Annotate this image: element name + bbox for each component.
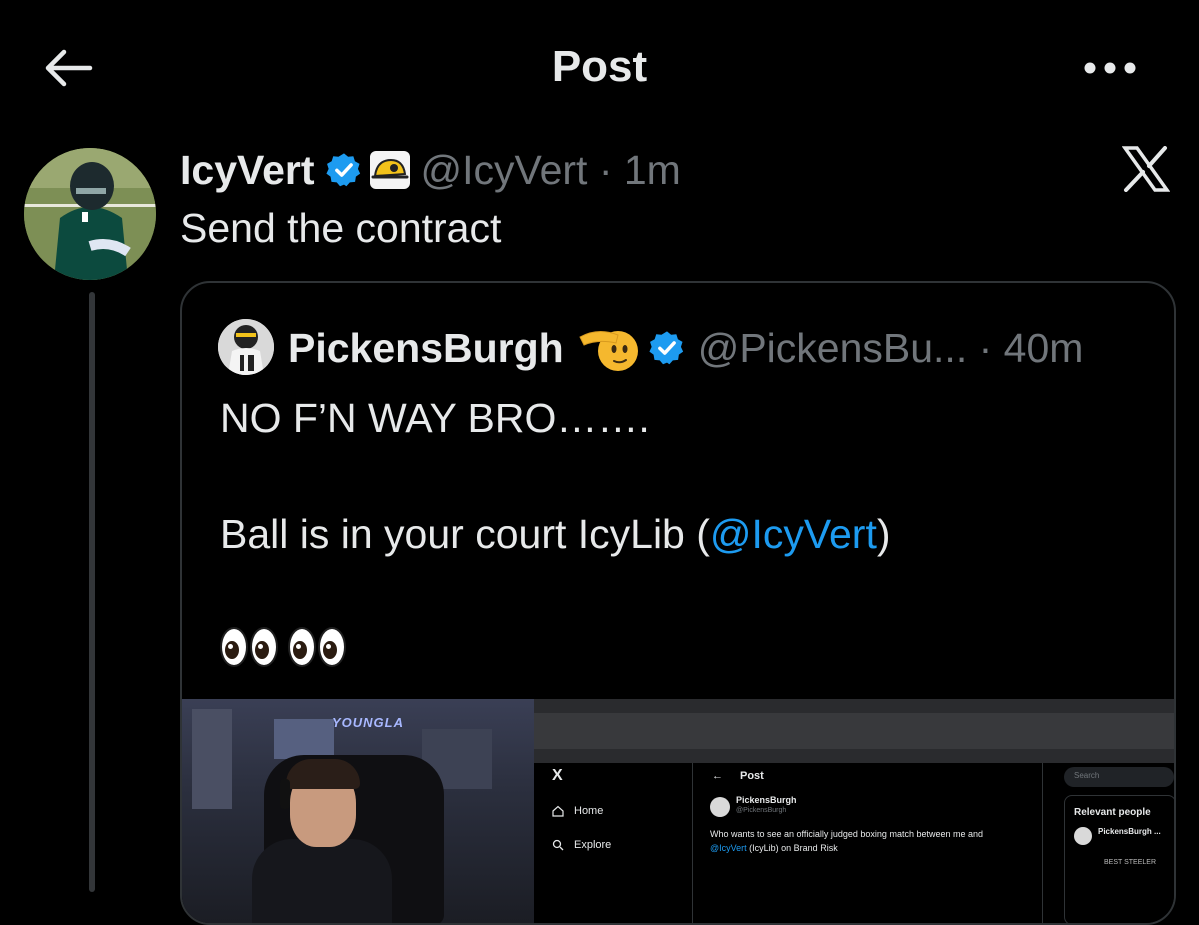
saluting-face-emoji-icon xyxy=(579,331,638,371)
verified-badge-icon xyxy=(649,331,683,365)
x-logo-icon: X xyxy=(552,767,563,784)
stream-webcam: YOUNGLA xyxy=(182,699,534,923)
tweet-text: Send the contract xyxy=(180,205,502,251)
screen-post-author: PickensBurgh xyxy=(736,795,797,805)
screen-relevant-title: Relevant people xyxy=(1074,807,1151,818)
avatar-photo xyxy=(24,148,156,280)
quote-header: PickensBurgh @PickensBu... · 40m xyxy=(288,319,1083,377)
quote-avatar-photo xyxy=(218,319,274,375)
x-logo-icon xyxy=(1122,146,1170,192)
mention-link[interactable]: @IcyVert xyxy=(710,511,877,557)
tweet-header: IcyVert @IcyVert · 1m xyxy=(180,140,681,200)
nav-home: Home xyxy=(552,805,603,817)
screen-relevant-bio: BEST STEELER xyxy=(1104,859,1157,866)
quote-text-suffix: ) xyxy=(876,511,891,557)
quote-text-line-2: Ball is in your court IcyLib (@IcyVert) xyxy=(220,511,891,558)
eyes-emoji-icon xyxy=(220,627,346,675)
screen-post-text-2: @IcyVert (IcyLib) on Brand Risk xyxy=(710,843,838,853)
screen-search: Search xyxy=(1064,767,1174,787)
more-horizontal-icon xyxy=(1084,62,1136,74)
page-title: Post xyxy=(551,42,648,91)
nav-explore: Explore xyxy=(552,839,611,851)
screen-post-handle: @PickensBurgh xyxy=(736,807,787,814)
author-handle-time[interactable]: @IcyVert · 1m xyxy=(421,147,681,194)
screen-back-label: Post xyxy=(740,770,764,782)
more-button[interactable] xyxy=(1080,48,1140,88)
embedded-media[interactable]: YOUNGLA X Home Explore ← Post PickensBur… xyxy=(182,699,1174,923)
quote-author-handle-time[interactable]: @PickensBu... · 40m xyxy=(698,325,1084,372)
quote-text-line-1: NO F’N WAY BRO……. xyxy=(220,395,650,441)
search-icon xyxy=(552,839,564,851)
author-name[interactable]: IcyVert xyxy=(180,147,315,194)
arrow-left-icon: ← xyxy=(712,770,723,782)
screenshot-of-x: X Home Explore ← Post PickensBurgh @Pick… xyxy=(534,699,1174,923)
home-icon xyxy=(552,805,564,817)
quote-avatar[interactable] xyxy=(218,319,274,375)
quote-text-prefix: Ball is in your court IcyLib ( xyxy=(220,511,710,557)
verified-badge-icon xyxy=(325,153,360,187)
quote-tweet-card[interactable]: PickensBurgh @PickensBu... · 40m NO F’N … xyxy=(180,281,1176,925)
thread-line xyxy=(89,292,95,892)
quote-author-name[interactable]: PickensBurgh xyxy=(288,325,564,372)
avatar[interactable] xyxy=(24,148,156,280)
screen-relevant-name: PickensBurgh ... xyxy=(1098,827,1161,836)
screen-post-text-1: Who wants to see an officially judged bo… xyxy=(710,829,983,839)
cap-emoji-icon xyxy=(369,151,410,189)
neon-sign: YOUNGLA xyxy=(332,715,404,730)
